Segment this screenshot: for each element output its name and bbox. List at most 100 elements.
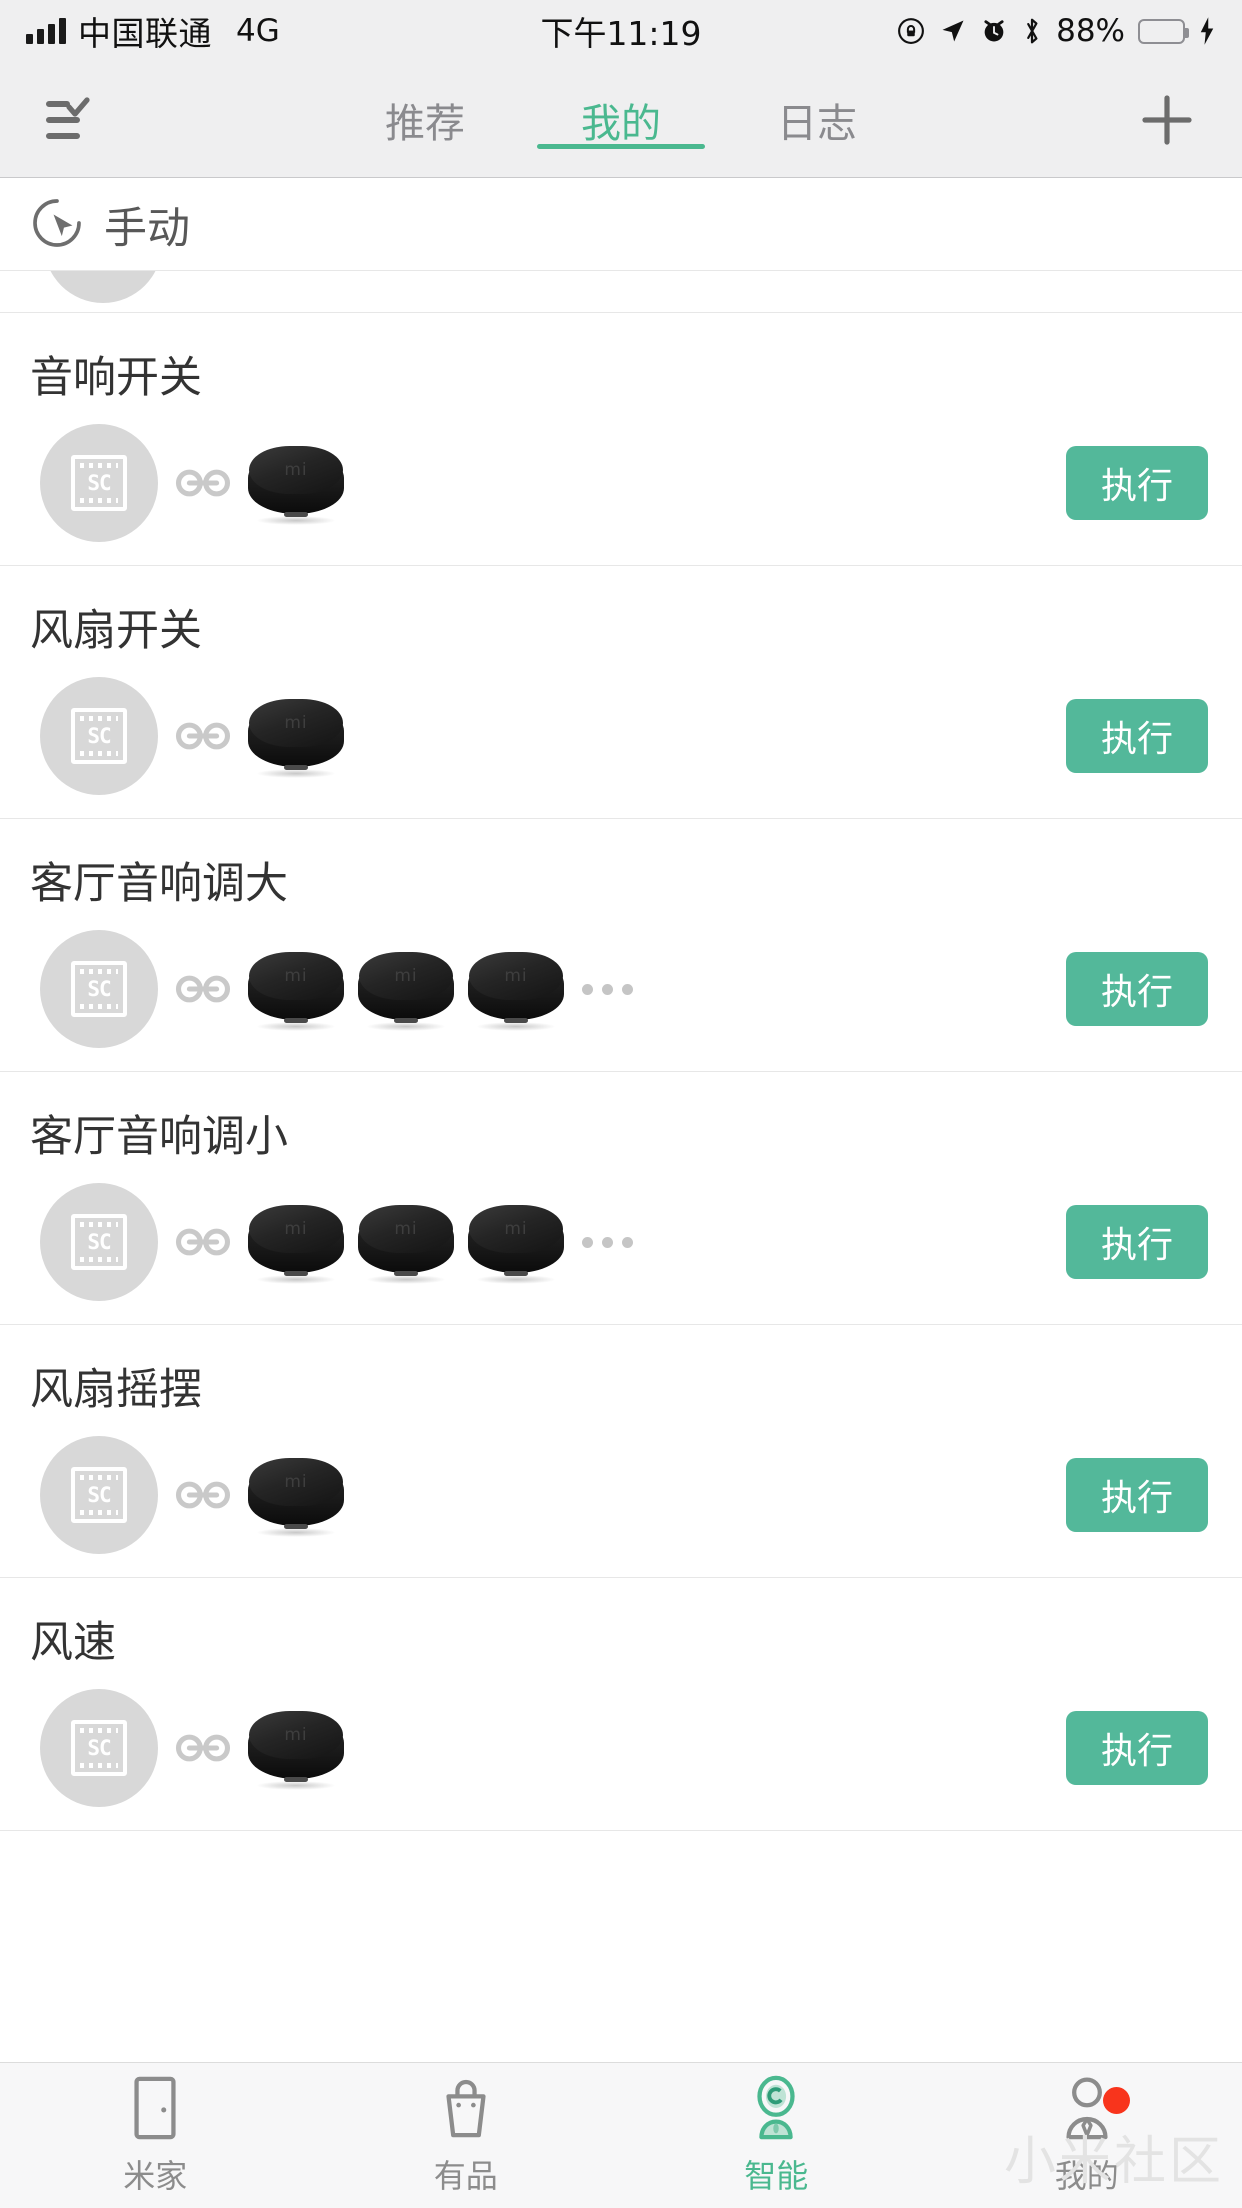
scene-icon-label: SC (87, 1482, 111, 1507)
battery-percent-label: 88% (1056, 13, 1125, 49)
scene-row[interactable]: 客厅音响调大 SC mi mi mi 执行 (0, 819, 1242, 1072)
scene-row-partial-above[interactable] (0, 271, 1242, 313)
nav-item-youpin[interactable]: 有品 (311, 2063, 622, 2208)
film-strip-icon: SC (71, 1214, 127, 1270)
nav-item-smart[interactable]: 智能 (621, 2063, 932, 2208)
scene-row[interactable]: 风扇开关 SC mi 执行 (0, 566, 1242, 819)
link-icon (174, 1478, 232, 1512)
cursor-circle-icon (30, 196, 84, 254)
battery-icon (1138, 18, 1189, 44)
device-ir-remote: mi (248, 444, 344, 525)
scene-title: 风扇摇摆 (30, 1365, 202, 1415)
signal-icon (26, 18, 66, 44)
device-list: mi (248, 444, 344, 525)
scene-body: SC mi 执行 (0, 1435, 1242, 1555)
scene-title: 客厅音响调大 (30, 859, 288, 909)
nav-label: 我的 (1054, 2156, 1119, 2195)
device-ir-remote: mi (248, 697, 344, 778)
alarm-clock-icon (980, 17, 1008, 45)
nav-label: 有品 (433, 2156, 498, 2195)
scene-icon-label: SC (87, 1229, 111, 1254)
scene-avatar-icon: SC (40, 424, 158, 542)
execute-button[interactable]: 执行 (1066, 699, 1208, 773)
location-arrow-icon (939, 17, 967, 45)
execute-button[interactable]: 执行 (1066, 1711, 1208, 1785)
charging-bolt-icon (1198, 16, 1216, 46)
film-strip-icon: SC (71, 455, 127, 511)
execute-button[interactable]: 执行 (1066, 446, 1208, 520)
scene-row[interactable]: 客厅音响调小 SC mi mi mi 执行 (0, 1072, 1242, 1325)
execute-button[interactable]: 执行 (1066, 952, 1208, 1026)
device-list: mi (248, 697, 344, 778)
link-icon (174, 719, 232, 753)
film-strip-icon: SC (71, 1720, 127, 1776)
scene-title: 风速 (30, 1618, 116, 1668)
door-icon (127, 2075, 183, 2141)
scene-title: 风扇开关 (30, 606, 202, 656)
device-ir-remote: mi (358, 1203, 454, 1284)
device-list: mi mi mi (248, 1203, 564, 1284)
top-tab-bar: 推荐 我的 日志 (0, 62, 1242, 178)
nav-item-profile[interactable]: 我的 (932, 2063, 1242, 2208)
scene-icon (44, 271, 162, 303)
device-list: mi mi mi (248, 950, 564, 1031)
section-title: 手动 (104, 203, 190, 254)
scene-body: SC mi 执行 (0, 676, 1242, 796)
film-strip-icon: SC (71, 961, 127, 1017)
bluetooth-icon (1021, 16, 1043, 46)
scene-body: SC mi mi mi 执行 (0, 929, 1242, 1049)
link-icon (174, 466, 232, 500)
execute-button[interactable]: 执行 (1066, 1205, 1208, 1279)
status-bar-right: 88% (896, 13, 1216, 49)
scene-row[interactable]: 风速 SC mi 执行 (0, 1578, 1242, 1831)
status-bar: 中国联通 4G 下午11:19 88% (0, 0, 1242, 62)
scene-row[interactable]: 风扇摇摆 SC mi 执行 (0, 1325, 1242, 1578)
network-type-label: 4G (236, 13, 280, 49)
scene-row[interactable]: 音响开关 SC mi 执行 (0, 313, 1242, 566)
link-icon (174, 972, 232, 1006)
link-icon (174, 1225, 232, 1259)
more-devices-ellipsis-icon (582, 983, 633, 995)
execute-button[interactable]: 执行 (1066, 1458, 1208, 1532)
film-strip-icon: SC (71, 708, 127, 764)
more-devices-ellipsis-icon (582, 1236, 633, 1248)
device-ir-remote: mi (358, 950, 454, 1031)
scene-body: SC mi 执行 (0, 423, 1242, 543)
scene-icon-label: SC (87, 723, 111, 748)
tab-mine[interactable]: 我的 (523, 91, 719, 149)
nav-label: 智能 (744, 2156, 809, 2195)
scene-title: 客厅音响调小 (30, 1112, 288, 1162)
rotation-lock-icon (896, 16, 926, 46)
device-ir-remote: mi (468, 950, 564, 1031)
nav-item-mijia[interactable]: 米家 (0, 2063, 311, 2208)
checklist-icon[interactable] (0, 92, 150, 148)
device-list: mi (248, 1709, 344, 1790)
status-bar-left: 中国联通 4G (26, 7, 280, 55)
scene-avatar-icon: SC (40, 677, 158, 795)
scene-list-scroll[interactable]: 手动 音响开关 SC mi 执行 风扇开关 SC mi 执行 客厅音响调大 SC… (0, 179, 1242, 2062)
device-ir-remote: mi (248, 1203, 344, 1284)
section-header-manual: 手动 (0, 179, 1242, 271)
bottom-nav-bar: 米家 有品 智能 我的 小米社区 (0, 2062, 1242, 2208)
nav-label: 米家 (123, 2156, 188, 2195)
robot-icon (748, 2075, 804, 2141)
film-strip-icon: SC (71, 1467, 127, 1523)
device-ir-remote: mi (248, 1456, 344, 1537)
device-ir-remote: mi (248, 950, 344, 1031)
scene-icon-label: SC (87, 1735, 111, 1760)
scene-body: SC mi 执行 (0, 1688, 1242, 1808)
tab-log[interactable]: 日志 (719, 91, 915, 149)
tab-list: 推荐 我的 日志 (150, 91, 1092, 149)
plus-icon[interactable] (1092, 90, 1242, 150)
scene-icon-label: SC (87, 976, 111, 1001)
scene-avatar-icon: SC (40, 1436, 158, 1554)
scene-title: 音响开关 (30, 353, 202, 403)
scene-avatar-icon: SC (40, 1689, 158, 1807)
device-ir-remote: mi (468, 1203, 564, 1284)
tab-recommend[interactable]: 推荐 (327, 91, 523, 149)
notification-badge (1102, 2087, 1130, 2114)
scene-body: SC mi mi mi 执行 (0, 1182, 1242, 1302)
carrier-label: 中国联通 (78, 14, 212, 53)
scene-avatar-icon: SC (40, 1183, 158, 1301)
scene-avatar-icon: SC (40, 930, 158, 1048)
